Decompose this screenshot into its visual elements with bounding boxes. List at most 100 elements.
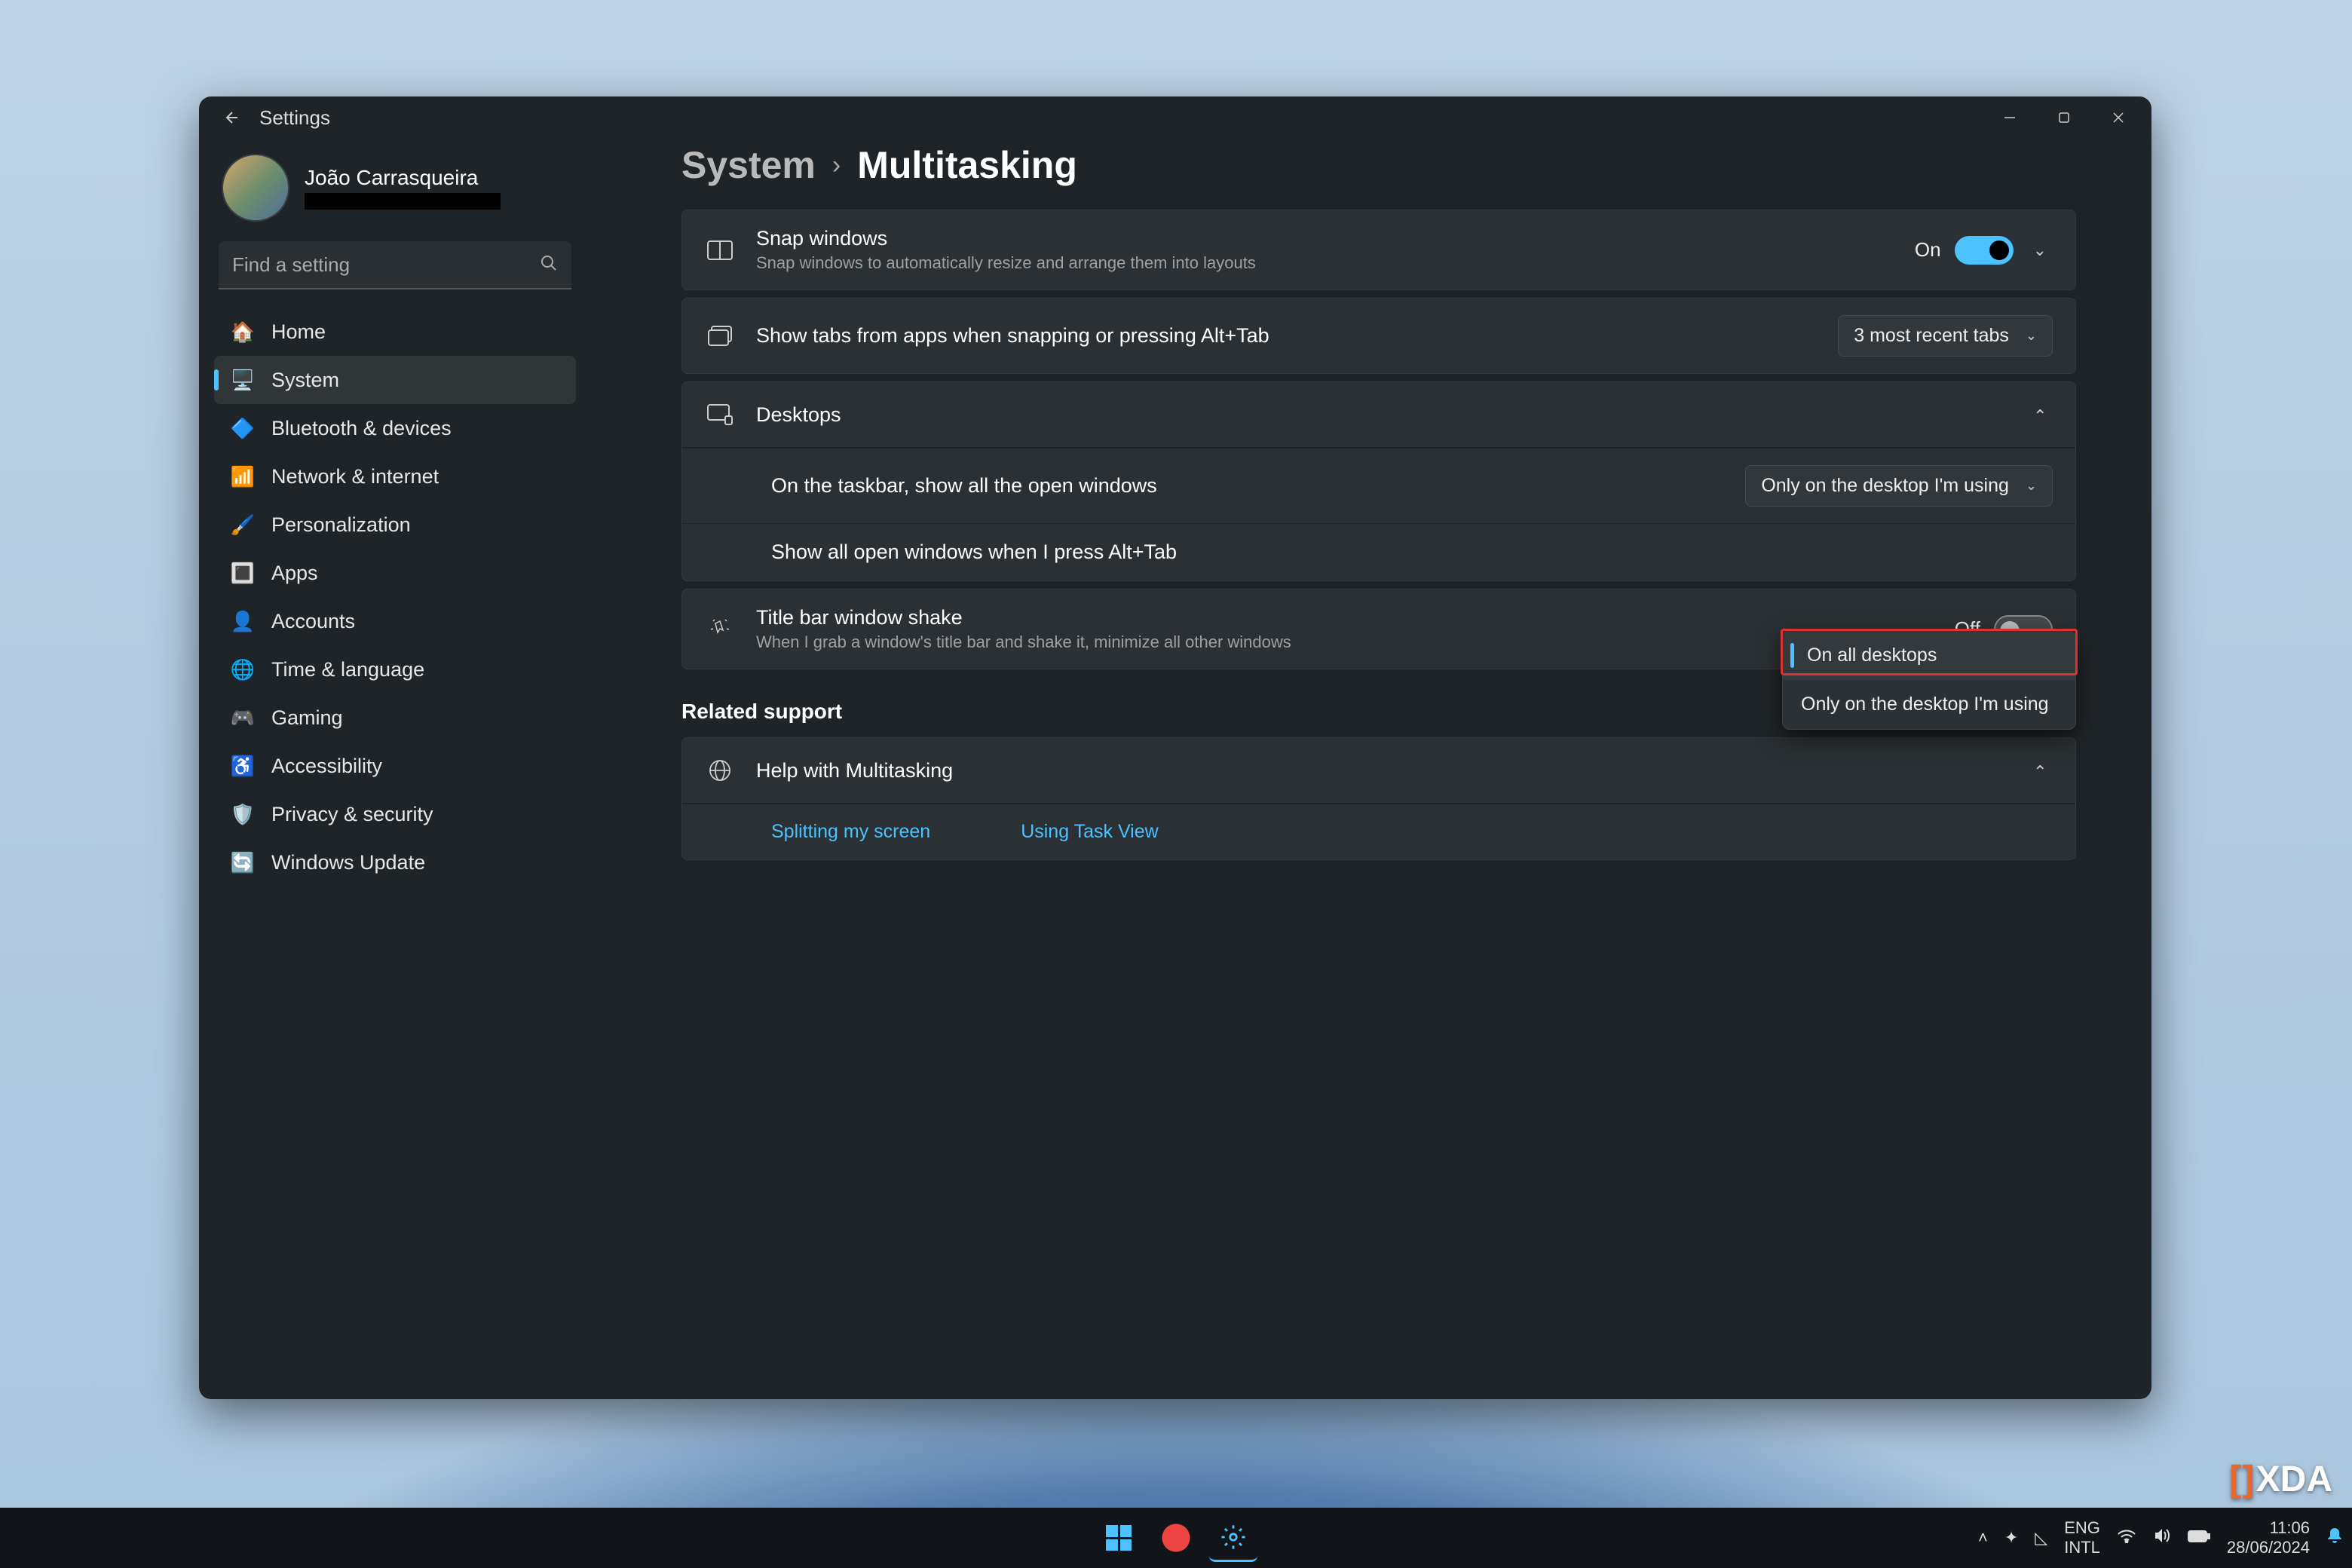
nav-icon: ♿	[231, 754, 255, 778]
xda-watermark: [ ] XDA	[2229, 1459, 2332, 1500]
titlebar: Settings	[199, 96, 2151, 139]
nav-icon: 🎮	[231, 706, 255, 730]
sidebar-item-accessibility[interactable]: ♿ Accessibility	[214, 742, 576, 790]
taskbar-app-vivaldi[interactable]	[1152, 1514, 1200, 1562]
sidebar-item-label: Privacy & security	[271, 803, 433, 826]
back-button[interactable]	[214, 100, 250, 136]
desktops-alttab-label: Show all open windows when I press Alt+T…	[771, 541, 1821, 564]
support-link-split[interactable]: Splitting my screen	[771, 821, 930, 843]
profile-email-redacted	[305, 193, 501, 210]
cursor-shake-icon	[705, 618, 735, 641]
sidebar-item-apps[interactable]: 🔳 Apps	[214, 549, 576, 597]
sidebar-item-label: Time & language	[271, 658, 424, 681]
close-button[interactable]	[2091, 100, 2145, 136]
profile-block[interactable]: João Carrasqueira	[214, 145, 576, 237]
sidebar-item-system[interactable]: 🖥️ System	[214, 356, 576, 404]
help-header-row[interactable]: Help with Multitasking ⌄	[682, 738, 2075, 803]
chevron-up-icon[interactable]: ⌄	[2027, 399, 2053, 430]
snap-subtitle: Snap windows to automatically resize and…	[756, 253, 1894, 273]
taskbar-app-settings[interactable]	[1209, 1514, 1257, 1562]
sidebar-item-time-language[interactable]: 🌐 Time & language	[214, 645, 576, 694]
nav-icon: 🖌️	[231, 513, 255, 537]
shake-title: Title bar window shake	[756, 606, 1934, 629]
chevron-up-icon[interactable]: ⌄	[2027, 755, 2053, 786]
chevron-down-icon: ⌄	[2026, 478, 2037, 494]
start-button[interactable]	[1095, 1514, 1143, 1562]
sidebar-item-label: Windows Update	[271, 851, 425, 874]
sidebar-item-bluetooth-devices[interactable]: 🔷 Bluetooth & devices	[214, 404, 576, 452]
profile-name: João Carrasqueira	[305, 166, 501, 190]
desktops-icon	[705, 404, 735, 425]
wifi-icon[interactable]	[2117, 1528, 2136, 1548]
sidebar-item-label: Bluetooth & devices	[271, 417, 452, 440]
tray-location-icon[interactable]: ◺	[2035, 1528, 2047, 1548]
search-box[interactable]	[219, 241, 571, 289]
search-icon	[540, 254, 558, 276]
minimize-button[interactable]	[1983, 100, 2037, 136]
desktops-taskbar-value: Only on the desktop I'm using	[1761, 475, 2009, 497]
alttab-dropdown-menu: On all desktops Only on the desktop I'm …	[1782, 630, 2076, 730]
desktops-header-row[interactable]: Desktops ⌄	[682, 382, 2075, 447]
nav-icon: 🌐	[231, 657, 255, 681]
tabs-title: Show tabs from apps when snapping or pre…	[756, 324, 1817, 348]
sidebar-item-label: Accounts	[271, 610, 355, 633]
desktops-title: Desktops	[756, 403, 2006, 427]
volume-icon[interactable]	[2153, 1527, 2171, 1548]
sidebar-item-label: Gaming	[271, 706, 343, 730]
breadcrumb-current: Multitasking	[857, 143, 1077, 187]
sidebar-item-home[interactable]: 🏠 Home	[214, 308, 576, 356]
sidebar-item-windows-update[interactable]: 🔄 Windows Update	[214, 838, 576, 887]
support-link-taskview[interactable]: Using Task View	[1021, 821, 1159, 843]
nav-icon: 🔷	[231, 416, 255, 440]
sidebar-item-network-internet[interactable]: 📶 Network & internet	[214, 452, 576, 501]
window-title: Settings	[259, 106, 330, 130]
search-input[interactable]	[232, 253, 540, 277]
maximize-button[interactable]	[2037, 100, 2091, 136]
sidebar-item-label: Network & internet	[271, 465, 439, 488]
dropdown-option-current-desktop[interactable]: Only on the desktop I'm using	[1783, 680, 2075, 729]
sidebar-item-label: Personalization	[271, 513, 411, 537]
taskbar: ˄ ✦ ◺ ENG INTL 11:06 28/06/2024	[0, 1508, 2352, 1568]
sidebar-item-privacy-security[interactable]: 🛡️Privacy & security	[214, 790, 576, 838]
sidebar-item-label: Accessibility	[271, 755, 382, 778]
windows-logo-icon	[1106, 1525, 1132, 1551]
tray-more-icon[interactable]: ˄	[1978, 1528, 1988, 1548]
dropdown-option-all-desktops[interactable]: On all desktops	[1783, 631, 2075, 680]
notifications-icon[interactable]	[2326, 1527, 2343, 1549]
desktops-section: Desktops ⌄ On the taskbar, show all the …	[681, 381, 2076, 581]
nav-icon: 🏠	[231, 320, 255, 344]
chevron-right-icon: ›	[832, 151, 841, 180]
snap-windows-row[interactable]: Snap windows Snap windows to automatical…	[681, 210, 2076, 290]
sidebar-item-label: System	[271, 369, 339, 392]
nav-icon: 👤	[231, 609, 255, 633]
snap-state-label: On	[1915, 238, 1941, 262]
sidebar-item-label: Apps	[271, 562, 318, 585]
chevron-down-icon[interactable]: ⌄	[2027, 234, 2053, 266]
clock[interactable]: 11:06 28/06/2024	[2227, 1518, 2310, 1558]
desktops-taskbar-dropdown[interactable]: Only on the desktop I'm using ⌄	[1745, 465, 2053, 507]
avatar	[222, 154, 289, 222]
snap-title: Snap windows	[756, 227, 1894, 250]
globe-icon	[705, 759, 735, 782]
desktops-taskbar-label: On the taskbar, show all the open window…	[771, 474, 1724, 498]
sidebar: João Carrasqueira 🏠 Home 🖥️ System 🔷 Bluetoot…	[214, 139, 576, 1384]
nav-icon: 📶	[231, 464, 255, 488]
language-indicator[interactable]: ENG INTL	[2064, 1518, 2100, 1558]
breadcrumb-parent[interactable]: System	[681, 143, 816, 187]
sidebar-item-personalization[interactable]: 🖌️ Personalization	[214, 501, 576, 549]
breadcrumb: System › Multitasking	[681, 139, 2076, 210]
help-section: Help with Multitasking ⌄ Splitting my sc…	[681, 737, 2076, 860]
sidebar-item-accounts[interactable]: 👤 Accounts	[214, 597, 576, 645]
main-panel: System › Multitasking Snap windows Snap …	[591, 139, 2136, 1384]
sidebar-item-label: Home	[271, 320, 326, 344]
battery-icon[interactable]	[2188, 1528, 2210, 1548]
sidebar-item-gaming[interactable]: 🎮 Gaming	[214, 694, 576, 742]
alt-tab-tabs-row[interactable]: Show tabs from apps when snapping or pre…	[681, 298, 2076, 374]
snap-toggle[interactable]	[1955, 236, 2014, 265]
tabs-dropdown[interactable]: 3 most recent tabs ⌄	[1838, 315, 2053, 357]
nav-icon: 🔳	[231, 561, 255, 585]
nav-icon: 🖥️	[231, 368, 255, 392]
nav-icon: 🔄	[231, 850, 255, 874]
shake-subtitle: When I grab a window's title bar and sha…	[756, 632, 1934, 652]
tray-copilot-icon[interactable]: ✦	[2004, 1528, 2018, 1548]
